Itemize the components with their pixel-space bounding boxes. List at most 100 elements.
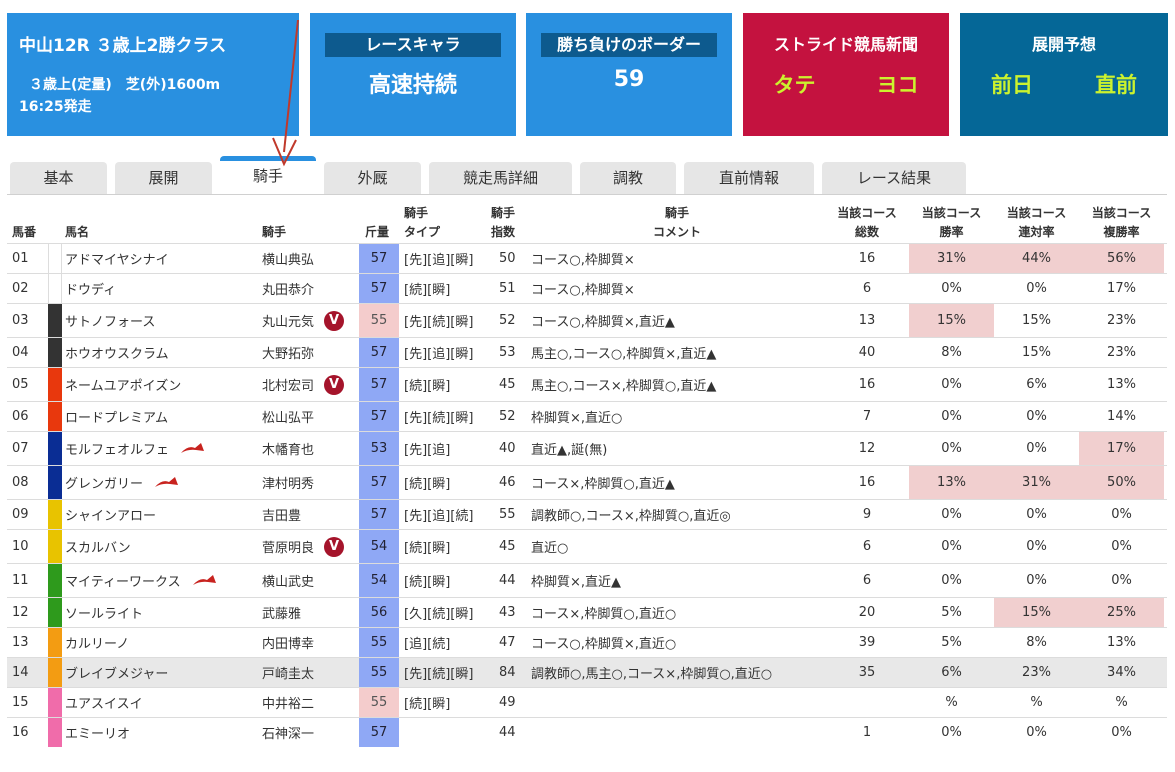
- cell-jockey-index: 50: [499, 251, 516, 266]
- cell-horse-name[interactable]: マイティーワークス: [65, 564, 217, 597]
- jockey-name[interactable]: 津村明秀: [262, 473, 314, 492]
- cell-jockey[interactable]: 石神深一: [262, 718, 314, 747]
- cell-horse-name[interactable]: ブレイブメジャー: [65, 658, 168, 687]
- jockey-name[interactable]: 吉田豊: [262, 505, 301, 524]
- tab-chokyo[interactable]: 調教: [580, 162, 676, 194]
- border-card[interactable]: 勝ち負けのボーダー 59: [526, 13, 732, 136]
- tab-horse-detail[interactable]: 競走馬詳細: [429, 162, 572, 194]
- cell-jockey-comment: 直近▲,誕(無): [531, 443, 608, 458]
- table-row[interactable]: 06 ロードプレミアム 松山弘平 57 [先][続][瞬] 52 枠脚質×,直近○ 7 0% 0%…: [7, 401, 1167, 431]
- jockey-name[interactable]: 中井裕二: [262, 693, 314, 712]
- horse-name[interactable]: グレンガリー: [65, 473, 143, 492]
- jockey-name[interactable]: 横山典弘: [262, 249, 314, 268]
- table-row[interactable]: 02 ドウディ 丸田恭介 57 [続][瞬] 51 コース○,枠脚質× 6 0% 0% 17%: [7, 273, 1167, 303]
- cell-horse-name[interactable]: スカルバン: [65, 530, 131, 563]
- cell-horse-name[interactable]: グレンガリー: [65, 466, 179, 499]
- cell-horse-name[interactable]: アドマイヤシナイ: [65, 244, 169, 273]
- stride-tate[interactable]: タテ: [774, 69, 816, 99]
- cell-jockey[interactable]: 吉田豊: [262, 500, 301, 529]
- cell-jockey[interactable]: 大野拓弥: [262, 338, 314, 367]
- table-row[interactable]: 15 ユアスイスイ 中井裕二 55 [続][瞬] 49%%%: [7, 687, 1167, 717]
- jockey-name[interactable]: 武藤雅: [262, 603, 301, 622]
- cell-horse-name[interactable]: シャインアロー: [65, 500, 156, 529]
- horse-name[interactable]: ユアスイスイ: [65, 693, 143, 712]
- horse-name[interactable]: モルフェオルフェ: [65, 439, 169, 458]
- cell-horse-name[interactable]: ドウディ: [65, 274, 116, 303]
- cell-jockey[interactable]: 中井裕二: [262, 688, 314, 717]
- horse-name[interactable]: ネームユアポイズン: [65, 375, 181, 394]
- cell-jockey[interactable]: 北村宏司 V: [262, 368, 344, 401]
- horse-name[interactable]: ドウディ: [65, 279, 116, 298]
- cell-horse-name[interactable]: カルリーノ: [65, 628, 129, 657]
- jockey-name[interactable]: 横山武史: [262, 571, 314, 590]
- cell-horse-name[interactable]: ネームユアポイズン: [65, 368, 181, 401]
- cell-jockey[interactable]: 武藤雅: [262, 598, 301, 627]
- cell-jockey[interactable]: 木幡育也: [262, 432, 314, 465]
- horse-name[interactable]: ブレイブメジャー: [65, 663, 168, 682]
- tab-chokuzen-info[interactable]: 直前情報: [684, 162, 814, 194]
- cell-jockey-type: [先][続][瞬]: [404, 667, 474, 682]
- horse-name[interactable]: マイティーワークス: [65, 571, 181, 590]
- cell-horse-name[interactable]: エミーリオ: [65, 718, 130, 747]
- table-row[interactable]: 14 ブレイブメジャー 戸崎圭太 55 [先][続][瞬] 84 調教師○,馬主○,コース×…: [7, 657, 1167, 687]
- cell-horse-name[interactable]: ソールライト: [65, 598, 143, 627]
- tab-tenkai[interactable]: 展開: [115, 162, 212, 194]
- cell-jockey[interactable]: 津村明秀: [262, 466, 314, 499]
- table-row[interactable]: 04 ホウオウスクラム 大野拓弥 57 [先][追][瞬] 53 馬主○,コース○,枠脚質×…: [7, 337, 1167, 367]
- table-row[interactable]: 11 マイティーワークス 横山武史 54 [続][瞬] 44 枠脚質×,直近▲ 6 0% 0% 0%: [7, 563, 1167, 597]
- jockey-name[interactable]: 大野拓弥: [262, 343, 314, 362]
- table-row[interactable]: 05 ネームユアポイズン 北村宏司 V 57 [続][瞬] 45 馬主○,コース×,枠脚質○,…: [7, 367, 1167, 401]
- cell-jockey[interactable]: 内田博幸: [262, 628, 314, 657]
- cell-horse-name[interactable]: ロードプレミアム: [65, 402, 168, 431]
- horse-name[interactable]: サトノフォース: [65, 311, 155, 330]
- table-row[interactable]: 08 グレンガリー 津村明秀 57 [続][瞬] 46 コース×,枠脚質○,直近▲ 16 13%…: [7, 465, 1167, 499]
- tenkai-zenjitsu[interactable]: 前日: [991, 69, 1033, 99]
- horse-name[interactable]: エミーリオ: [65, 723, 130, 742]
- horse-name[interactable]: ロードプレミアム: [65, 407, 168, 426]
- horse-name[interactable]: ホウオウスクラム: [65, 343, 169, 362]
- cell-jockey[interactable]: 丸山元気 V: [262, 304, 344, 337]
- jockey-name[interactable]: 松山弘平: [262, 407, 314, 426]
- tab-race-result[interactable]: レース結果: [822, 162, 966, 194]
- tenkai-chokuzen[interactable]: 直前: [1095, 69, 1137, 99]
- jockey-name[interactable]: 戸崎圭太: [262, 663, 314, 682]
- jockey-name[interactable]: 石神深一: [262, 723, 314, 742]
- table-row[interactable]: 01 アドマイヤシナイ 横山典弘 57 [先][追][瞬] 50 コース○,枠脚質× 16 31…: [7, 243, 1167, 273]
- cell-jockey[interactable]: 丸田恭介: [262, 274, 314, 303]
- tab-kihon[interactable]: 基本: [10, 162, 107, 194]
- table-row[interactable]: 12 ソールライト 武藤雅 56 [久][続][瞬] 43 コース×,枠脚質○,直近○ 20 5…: [7, 597, 1167, 627]
- tenkai-card[interactable]: 展開予想 前日 直前: [960, 13, 1168, 136]
- jockey-name[interactable]: 内田博幸: [262, 633, 314, 652]
- jockey-name[interactable]: 木幡育也: [262, 439, 314, 458]
- jockey-name[interactable]: 丸田恭介: [262, 279, 314, 298]
- cell-fuku: 13%: [1107, 377, 1136, 392]
- cell-jockey[interactable]: 松山弘平: [262, 402, 314, 431]
- horse-name[interactable]: カルリーノ: [65, 633, 129, 652]
- horse-name[interactable]: ソールライト: [65, 603, 143, 622]
- table-row[interactable]: 16 エミーリオ 石神深一 57 44 1 0% 0% 0%: [7, 717, 1167, 747]
- cell-jockey[interactable]: 戸崎圭太: [262, 658, 314, 687]
- stride-yoko[interactable]: ヨコ: [877, 69, 919, 99]
- table-row[interactable]: 13 カルリーノ 内田博幸 55 [追][続] 47 コース○,枠脚質×,直近○ 39 5% 8%…: [7, 627, 1167, 657]
- horse-name[interactable]: スカルバン: [65, 537, 131, 556]
- table-row[interactable]: 10 スカルバン 菅原明良 V 54 [続][瞬] 45 直近○ 6 0% 0% 0%: [7, 529, 1167, 563]
- cell-jockey[interactable]: 横山典弘: [262, 244, 314, 273]
- cell-jockey[interactable]: 菅原明良 V: [262, 530, 344, 563]
- table-row[interactable]: 09 シャインアロー 吉田豊 57 [先][追][続] 55 調教師○,コース×,枠脚質○,…: [7, 499, 1167, 529]
- horse-name[interactable]: アドマイヤシナイ: [65, 249, 169, 268]
- jockey-name[interactable]: 菅原明良: [262, 537, 314, 556]
- cell-horse-name[interactable]: モルフェオルフェ: [65, 432, 205, 465]
- stride-card[interactable]: ストライド競馬新聞 タテ ヨコ: [743, 13, 949, 136]
- cell-horse-name[interactable]: サトノフォース: [65, 304, 155, 337]
- frame-color: [48, 368, 62, 401]
- jockey-name[interactable]: 北村宏司: [262, 375, 314, 394]
- tab-gaikyu[interactable]: 外厩: [324, 162, 421, 194]
- cell-horse-name[interactable]: ユアスイスイ: [65, 688, 143, 717]
- jockey-name[interactable]: 丸山元気: [262, 311, 314, 330]
- cell-horse-name[interactable]: ホウオウスクラム: [65, 338, 169, 367]
- race-chara-card[interactable]: レースキャラ 高速持続: [310, 13, 516, 136]
- table-row[interactable]: 07 モルフェオルフェ 木幡育也 53 [先][追] 40 直近▲,誕(無) 12 0% 0% 17…: [7, 431, 1167, 465]
- horse-name[interactable]: シャインアロー: [65, 505, 156, 524]
- cell-jockey[interactable]: 横山武史: [262, 564, 314, 597]
- table-row[interactable]: 03 サトノフォース 丸山元気 V 55 [先][続][瞬] 52 コース○,枠脚質×,直近▲…: [7, 303, 1167, 337]
